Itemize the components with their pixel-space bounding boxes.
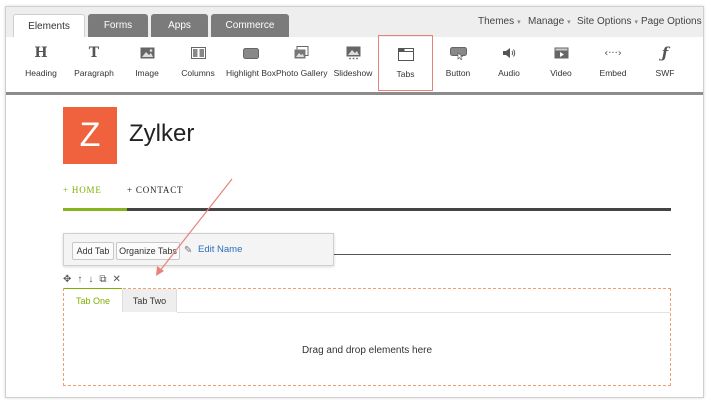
paragraph-icon: T	[88, 45, 100, 61]
highlight-box-icon	[231, 45, 271, 61]
menu-manage-label: Manage	[528, 16, 565, 27]
menu-site-options[interactable]: Site Options ▾	[577, 16, 638, 27]
site-logo[interactable]: Z	[63, 107, 117, 164]
tool-label: Photo Gallery	[276, 68, 328, 78]
move-icon[interactable]: ✥	[63, 274, 71, 285]
menu-page-options[interactable]: Page Options▾	[641, 16, 703, 27]
pencil-icon: ✎	[184, 245, 193, 256]
tabs-element: Tab One Tab Two Drag and drop elements h…	[63, 288, 671, 386]
columns-icon	[180, 45, 216, 61]
tab-forms[interactable]: Forms	[88, 14, 148, 37]
editor-window: Elements Forms Apps Commerce Themes ▾ Man…	[5, 6, 704, 398]
menu-themes-label: Themes	[478, 16, 515, 27]
tab-elements[interactable]: Elements	[13, 14, 85, 37]
tab-commerce[interactable]: Commerce	[211, 14, 289, 37]
tool-label: Columns	[181, 68, 215, 78]
audio-icon	[492, 45, 526, 61]
tabs-settings-popover: Add Tab Organize Tabs ✎ Edit Name	[63, 233, 334, 266]
caret-down-icon: ▾	[634, 19, 638, 26]
tool-slideshow[interactable]: Slideshow	[334, 37, 372, 92]
video-icon	[544, 45, 578, 61]
tool-label: Image	[135, 68, 159, 78]
tool-button[interactable]: Button	[440, 37, 476, 92]
nav-contact[interactable]: + CONTACT	[127, 185, 183, 195]
tool-label: Slideshow	[333, 68, 373, 78]
site-name: Zylker	[129, 120, 195, 147]
tool-heading[interactable]: H Heading	[23, 37, 59, 92]
tab-two[interactable]: Tab Two	[122, 289, 177, 312]
move-up-icon[interactable]: ↑	[77, 274, 82, 285]
photo-gallery-icon	[282, 45, 320, 61]
copy-icon[interactable]: ⧉	[99, 274, 106, 285]
organize-tabs-button[interactable]: Organize Tabs	[116, 242, 180, 260]
embed-icon: ‹···›	[604, 47, 622, 59]
tool-label: Button	[445, 68, 471, 78]
element-controls: ✥ ↑ ↓ ⧉ ✕	[63, 272, 121, 286]
tool-audio[interactable]: Audio	[492, 37, 526, 92]
nav-home[interactable]: + HOME	[63, 185, 102, 195]
tool-image[interactable]: Image	[129, 37, 165, 92]
tool-columns[interactable]: Columns	[180, 37, 216, 92]
tool-photo-gallery[interactable]: Photo Gallery	[276, 37, 328, 92]
element-toolbar: H Heading T Paragraph Image Columns High…	[6, 35, 703, 95]
tool-swf[interactable]: ƒ SWF	[648, 37, 682, 92]
tool-label: SWF	[655, 68, 675, 78]
tabs-icon	[379, 46, 432, 62]
add-tab-button[interactable]: Add Tab	[72, 242, 114, 260]
menu-themes[interactable]: Themes ▾	[478, 16, 521, 27]
top-bar: Elements Forms Apps Commerce Themes ▾ Man…	[6, 7, 703, 37]
tool-label: Tabs	[396, 69, 415, 79]
tab-apps[interactable]: Apps	[151, 14, 208, 37]
tab-one[interactable]: Tab One	[64, 289, 122, 312]
caret-down-icon: ▾	[567, 19, 571, 26]
move-down-icon[interactable]: ↓	[88, 274, 93, 285]
nav-active-indicator	[63, 208, 127, 211]
tool-tabs[interactable]: Tabs	[378, 35, 433, 91]
tool-label: Heading	[25, 68, 57, 78]
edit-name-link[interactable]: Edit Name	[198, 244, 242, 255]
tool-highlight-box[interactable]: Highlight Box	[226, 37, 276, 92]
tool-label: Embed	[599, 68, 627, 78]
tool-paragraph[interactable]: T Paragraph	[74, 37, 114, 92]
caret-down-icon: ▾	[517, 19, 521, 26]
button-icon	[440, 45, 476, 61]
swf-icon: ƒ	[661, 44, 669, 62]
menu-page-options-label: Page Options	[641, 16, 702, 27]
menu-site-options-label: Site Options	[577, 16, 632, 27]
heading-icon: H	[34, 45, 48, 61]
nav-divider	[127, 208, 671, 211]
tool-label: Paragraph	[74, 68, 114, 78]
close-icon[interactable]: ✕	[113, 274, 121, 285]
tool-label: Audio	[498, 68, 520, 78]
menu-manage[interactable]: Manage ▾	[528, 16, 571, 27]
tool-video[interactable]: Video	[544, 37, 578, 92]
slideshow-icon	[334, 45, 372, 61]
tool-label: Video	[550, 68, 572, 78]
image-icon	[129, 45, 165, 61]
tab-strip-border	[177, 312, 670, 313]
tool-label: Highlight Box	[225, 68, 277, 78]
section-divider	[334, 254, 671, 255]
tool-embed[interactable]: ‹···› Embed	[596, 37, 630, 92]
drop-zone-placeholder: Drag and drop elements here	[301, 345, 433, 356]
